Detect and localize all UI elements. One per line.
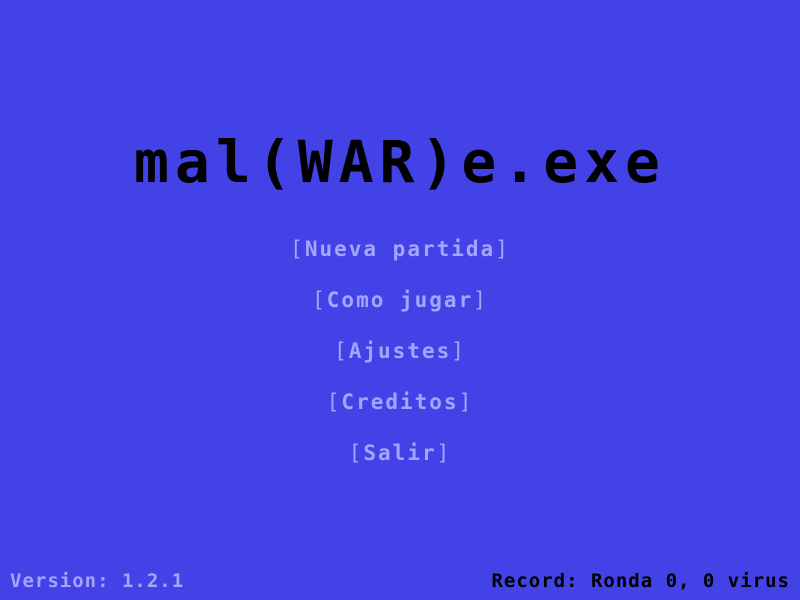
bracket-left: [ xyxy=(312,288,327,312)
how-to-play-button[interactable]: [Como jugar] xyxy=(312,283,488,317)
settings-button[interactable]: [Ajustes] xyxy=(334,334,466,368)
settings-label: Ajustes xyxy=(348,339,452,363)
bracket-left: [ xyxy=(326,390,342,414)
menu-item-how-to-play: [Como jugar] xyxy=(0,283,800,334)
new-game-label: Nueva partida xyxy=(304,237,496,261)
credits-label: Creditos xyxy=(341,390,459,414)
bracket-right: ] xyxy=(473,288,488,312)
bracket-right: ] xyxy=(436,441,452,465)
new-game-button[interactable]: [Nueva partida] xyxy=(290,232,510,266)
bracket-left: [ xyxy=(334,339,349,363)
version-label: Version: 1.2.1 xyxy=(10,570,185,592)
menu-item-exit: [Salir] xyxy=(0,436,800,487)
bracket-left: [ xyxy=(290,237,305,261)
menu-item-credits: [Creditos] xyxy=(0,385,800,436)
menu-item-settings: [Ajustes] xyxy=(0,334,800,385)
how-to-play-label: Como jugar xyxy=(326,288,474,312)
credits-button[interactable]: [Creditos] xyxy=(327,385,473,419)
exit-button[interactable]: [Salir] xyxy=(349,436,452,470)
main-menu: [Nueva partida] [Como jugar] [Ajustes] [… xyxy=(0,232,800,487)
game-title: mal(WAR)e.exe xyxy=(134,128,666,196)
bracket-left: [ xyxy=(348,441,364,465)
menu-item-new-game: [Nueva partida] xyxy=(0,232,800,283)
bracket-right: ] xyxy=(451,339,466,363)
record-label: Record: Ronda 0, 0 virus xyxy=(491,570,790,592)
bracket-right: ] xyxy=(458,390,474,414)
exit-label: Salir xyxy=(363,441,437,465)
bracket-right: ] xyxy=(495,237,510,261)
